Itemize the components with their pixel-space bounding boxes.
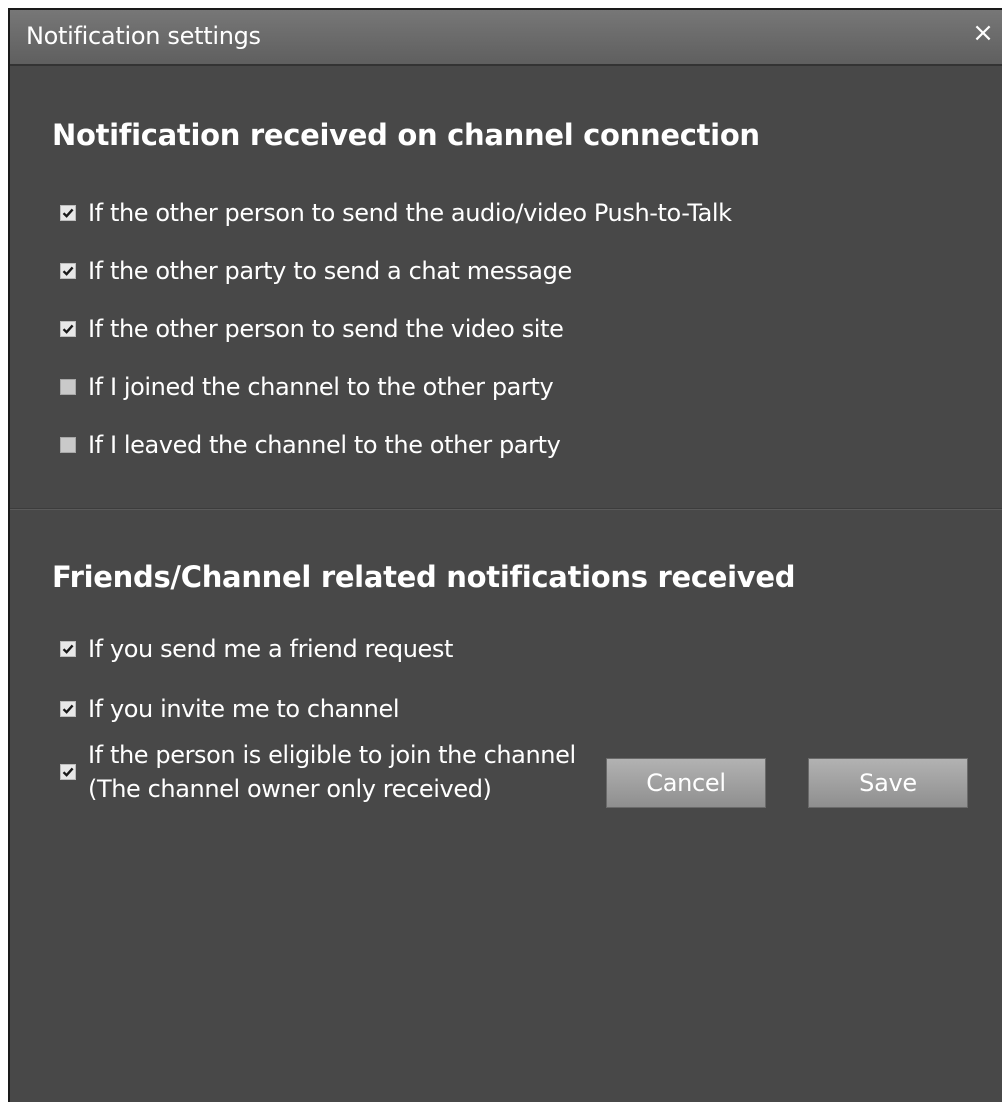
section-divider — [10, 508, 1002, 510]
checkbox-label: If you invite me to channel — [88, 695, 400, 723]
checkbox-label: If I leaved the channel to the other par… — [88, 431, 561, 459]
checkbox-invite-channel[interactable]: If you invite me to channel — [60, 692, 400, 726]
checkbox-label: If the other party to send a chat messag… — [88, 257, 572, 285]
checkbox-checked-icon[interactable] — [60, 263, 76, 279]
checkbox-label: If the other person to send the video si… — [88, 315, 564, 343]
title-bar[interactable]: Notification settings × — [10, 10, 1002, 66]
checkbox-label-line-1: If the person is eligible to join the ch… — [88, 741, 576, 769]
dialog-title: Notification settings — [26, 22, 261, 50]
checkbox-label: If I joined the channel to the other par… — [88, 373, 554, 401]
checkbox-checked-icon[interactable] — [60, 764, 76, 780]
checkbox-leaved-channel[interactable]: If I leaved the channel to the other par… — [60, 428, 561, 462]
checkbox-unchecked-icon[interactable] — [60, 437, 76, 453]
checkbox-friend-request[interactable]: If you send me a friend request — [60, 632, 453, 666]
checkbox-label-multiline: If the person is eligible to join the ch… — [88, 738, 576, 806]
checkbox-checked-icon[interactable] — [60, 205, 76, 221]
save-button[interactable]: Save — [808, 758, 968, 808]
checkbox-push-to-talk[interactable]: If the other person to send the audio/vi… — [60, 196, 732, 230]
checkbox-video-site[interactable]: If the other person to send the video si… — [60, 312, 564, 346]
checkbox-checked-icon[interactable] — [60, 641, 76, 657]
checkbox-label: If the other person to send the audio/vi… — [88, 199, 732, 227]
checkbox-unchecked-icon[interactable] — [60, 379, 76, 395]
section-title-friends-channel: Friends/Channel related notifications re… — [52, 560, 796, 594]
notification-settings-dialog: Notification settings × Notification rec… — [8, 8, 1002, 1102]
close-icon[interactable]: × — [968, 18, 998, 48]
checkbox-chat-message[interactable]: If the other party to send a chat messag… — [60, 254, 572, 288]
checkbox-checked-icon[interactable] — [60, 321, 76, 337]
cancel-button[interactable]: Cancel — [606, 758, 766, 808]
checkbox-label-line-2: (The channel owner only received) — [88, 775, 492, 803]
checkbox-label: If you send me a friend request — [88, 635, 453, 663]
checkbox-eligible-join[interactable]: If the person is eligible to join the ch… — [60, 738, 576, 806]
section-title-channel-connection: Notification received on channel connect… — [52, 118, 760, 152]
checkbox-checked-icon[interactable] — [60, 701, 76, 717]
checkbox-joined-channel[interactable]: If I joined the channel to the other par… — [60, 370, 554, 404]
